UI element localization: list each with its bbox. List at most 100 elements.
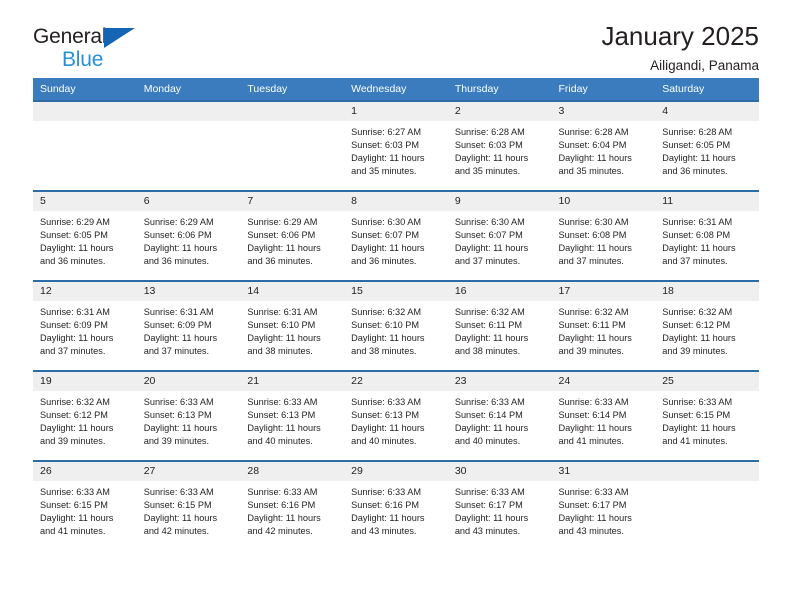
sunset-time: Sunset: 6:16 PM bbox=[351, 500, 420, 511]
daylight-duration-line2: and 37 minutes. bbox=[143, 346, 210, 357]
daylight-duration-line2: and 36 minutes. bbox=[662, 166, 728, 177]
sunset-time: Sunset: 6:10 PM bbox=[247, 320, 316, 331]
daylight-duration-line2: and 42 minutes. bbox=[143, 526, 210, 537]
calendar-day-cell[interactable]: 29 Sunrise: 6:33 AM Sunset: 6:16 PM Dayligh… bbox=[344, 460, 448, 551]
day-number: 21 bbox=[240, 372, 345, 391]
calendar-cell-empty bbox=[655, 460, 759, 551]
day-number: 1 bbox=[344, 102, 448, 121]
sunrise-time: Sunrise: 6:33 AM bbox=[351, 487, 422, 497]
day-number: 3 bbox=[551, 102, 656, 121]
calendar-header-row: Sunday Monday Tuesday Wednesday Thursday… bbox=[33, 78, 759, 101]
sunrise-time: Sunrise: 6:30 AM bbox=[454, 217, 525, 227]
sunrise-time: Sunrise: 6:28 AM bbox=[662, 127, 733, 137]
daylight-duration-line1: Daylight: 11 hours bbox=[558, 423, 632, 434]
calendar-day-cell[interactable]: 11 Sunrise: 6:31 AM Sunset: 6:08 PM Dayligh… bbox=[655, 190, 759, 281]
day-details: Sunrise: 6:33 AM Sunset: 6:15 PM Daylight:… bbox=[33, 481, 137, 538]
weekday-header-thursday: Thursday bbox=[447, 78, 552, 101]
calendar-day-cell[interactable]: 21 Sunrise: 6:33 AM Sunset: 6:13 PM Dayligh… bbox=[240, 370, 345, 461]
daylight-duration-line2: and 35 minutes. bbox=[558, 166, 624, 177]
sunrise-time: Sunrise: 6:32 AM bbox=[454, 307, 525, 317]
logo-triangle-icon bbox=[104, 28, 135, 48]
sunrise-time: Sunrise: 6:33 AM bbox=[40, 487, 110, 497]
calendar-day-cell[interactable]: 19 Sunrise: 6:32 AM Sunset: 6:12 PM Dayligh… bbox=[33, 370, 137, 461]
day-details: Sunrise: 6:30 AM Sunset: 6:07 PM Daylight:… bbox=[344, 211, 448, 268]
general-blue-logo: General Blue bbox=[33, 26, 153, 71]
daylight-duration-line1: Daylight: 11 hours bbox=[40, 333, 114, 344]
calendar-day-cell[interactable]: 16 Sunrise: 6:32 AM Sunset: 6:11 PM Dayligh… bbox=[447, 280, 552, 371]
daylight-duration-line1: Daylight: 11 hours bbox=[247, 333, 321, 344]
daylight-duration-line1: Daylight: 11 hours bbox=[351, 513, 425, 524]
calendar-day-cell[interactable]: 27 Sunrise: 6:33 AM Sunset: 6:15 PM Dayligh… bbox=[136, 460, 241, 551]
day-number: 24 bbox=[551, 372, 656, 391]
day-details: Sunrise: 6:31 AM Sunset: 6:09 PM Daylight:… bbox=[33, 301, 137, 358]
calendar-day-cell[interactable]: 5 Sunrise: 6:29 AM Sunset: 6:05 PM Daylight… bbox=[33, 190, 137, 281]
calendar-day-cell[interactable]: 31 Sunrise: 6:33 AM Sunset: 6:17 PM Dayligh… bbox=[551, 460, 656, 551]
calendar-day-cell[interactable]: 14 Sunrise: 6:31 AM Sunset: 6:10 PM Dayligh… bbox=[240, 280, 345, 371]
calendar-page: General Blue January 2025 Ailigandi, Pan… bbox=[0, 0, 792, 612]
sunrise-time: Sunrise: 6:30 AM bbox=[558, 217, 629, 227]
calendar-day-cell[interactable]: 18 Sunrise: 6:32 AM Sunset: 6:12 PM Dayligh… bbox=[655, 280, 759, 371]
calendar-day-cell[interactable]: 17 Sunrise: 6:32 AM Sunset: 6:11 PM Dayligh… bbox=[551, 280, 656, 371]
sunset-time: Sunset: 6:06 PM bbox=[247, 230, 316, 241]
sunset-time: Sunset: 6:13 PM bbox=[351, 410, 420, 421]
daylight-duration-line1: Daylight: 11 hours bbox=[143, 423, 218, 434]
daylight-duration-line2: and 36 minutes. bbox=[247, 256, 313, 267]
calendar-week-row: 1 Sunrise: 6:27 AM Sunset: 6:03 PM Daylight… bbox=[33, 100, 759, 191]
sunset-time: Sunset: 6:15 PM bbox=[40, 500, 108, 511]
calendar-day-cell[interactable]: 8 Sunrise: 6:30 AM Sunset: 6:07 PM Daylight… bbox=[344, 190, 448, 281]
daylight-duration-line1: Daylight: 11 hours bbox=[351, 153, 425, 164]
calendar-day-cell[interactable]: 24 Sunrise: 6:33 AM Sunset: 6:14 PM Dayligh… bbox=[551, 370, 656, 461]
daylight-duration-line2: and 41 minutes. bbox=[662, 436, 728, 447]
sunset-time: Sunset: 6:14 PM bbox=[454, 410, 523, 421]
calendar-day-cell[interactable]: 9 Sunrise: 6:30 AM Sunset: 6:07 PM Daylight… bbox=[447, 190, 552, 281]
calendar-day-cell[interactable]: 12 Sunrise: 6:31 AM Sunset: 6:09 PM Dayligh… bbox=[33, 280, 137, 371]
day-number: 9 bbox=[447, 192, 552, 211]
calendar-day-cell[interactable]: 6 Sunrise: 6:29 AM Sunset: 6:06 PM Daylight… bbox=[136, 190, 241, 281]
calendar-day-cell[interactable]: 4 Sunrise: 6:28 AM Sunset: 6:05 PM Daylight… bbox=[655, 100, 759, 191]
sunrise-time: Sunrise: 6:33 AM bbox=[143, 487, 214, 497]
calendar-day-cell[interactable]: 3 Sunrise: 6:28 AM Sunset: 6:04 PM Daylight… bbox=[551, 100, 656, 191]
sunrise-time: Sunrise: 6:33 AM bbox=[247, 487, 318, 497]
title-block: January 2025 Ailigandi, Panama bbox=[601, 21, 759, 73]
calendar-day-cell[interactable]: 30 Sunrise: 6:33 AM Sunset: 6:17 PM Dayligh… bbox=[447, 460, 552, 551]
daylight-duration-line1: Daylight: 11 hours bbox=[558, 513, 632, 524]
calendar-day-cell[interactable]: 23 Sunrise: 6:33 AM Sunset: 6:14 PM Dayligh… bbox=[447, 370, 552, 461]
sunset-time: Sunset: 6:05 PM bbox=[662, 140, 731, 151]
calendar-day-cell[interactable]: 1 Sunrise: 6:27 AM Sunset: 6:03 PM Daylight… bbox=[344, 100, 448, 191]
sunrise-time: Sunrise: 6:30 AM bbox=[351, 217, 422, 227]
day-number bbox=[240, 102, 345, 121]
day-number: 31 bbox=[551, 462, 656, 481]
page-header: General Blue January 2025 Ailigandi, Pan… bbox=[33, 0, 759, 78]
sunrise-time: Sunrise: 6:32 AM bbox=[40, 397, 110, 407]
sunset-time: Sunset: 6:15 PM bbox=[662, 410, 731, 421]
daylight-duration-line2: and 41 minutes. bbox=[558, 436, 624, 447]
sunrise-time: Sunrise: 6:32 AM bbox=[558, 307, 629, 317]
day-number: 7 bbox=[240, 192, 345, 211]
calendar-day-cell[interactable]: 10 Sunrise: 6:30 AM Sunset: 6:08 PM Dayligh… bbox=[551, 190, 656, 281]
calendar-day-cell[interactable]: 28 Sunrise: 6:33 AM Sunset: 6:16 PM Dayligh… bbox=[240, 460, 345, 551]
day-details: Sunrise: 6:31 AM Sunset: 6:08 PM Daylight:… bbox=[655, 211, 759, 268]
day-number: 10 bbox=[551, 192, 656, 211]
sunset-time: Sunset: 6:12 PM bbox=[40, 410, 108, 421]
calendar-day-cell[interactable]: 20 Sunrise: 6:33 AM Sunset: 6:13 PM Dayligh… bbox=[136, 370, 241, 461]
calendar-day-cell[interactable]: 15 Sunrise: 6:32 AM Sunset: 6:10 PM Dayligh… bbox=[344, 280, 448, 371]
day-number: 5 bbox=[33, 192, 137, 211]
day-number: 27 bbox=[136, 462, 241, 481]
daylight-duration-line1: Daylight: 11 hours bbox=[662, 423, 736, 434]
daylight-duration-line2: and 35 minutes. bbox=[454, 166, 521, 177]
daylight-duration-line1: Daylight: 11 hours bbox=[351, 333, 425, 344]
logo-text-blue: Blue bbox=[62, 48, 104, 71]
sunrise-time: Sunrise: 6:29 AM bbox=[40, 217, 110, 227]
day-details: Sunrise: 6:28 AM Sunset: 6:04 PM Daylight:… bbox=[552, 121, 656, 178]
calendar-day-cell[interactable]: 13 Sunrise: 6:31 AM Sunset: 6:09 PM Dayligh… bbox=[136, 280, 241, 371]
calendar-day-cell[interactable]: 25 Sunrise: 6:33 AM Sunset: 6:15 PM Dayligh… bbox=[655, 370, 759, 461]
calendar-day-cell[interactable]: 2 Sunrise: 6:28 AM Sunset: 6:03 PM Daylight… bbox=[447, 100, 552, 191]
calendar-day-cell[interactable]: 7 Sunrise: 6:29 AM Sunset: 6:06 PM Daylight… bbox=[240, 190, 345, 281]
sunset-time: Sunset: 6:08 PM bbox=[662, 230, 731, 241]
calendar-day-cell[interactable]: 22 Sunrise: 6:33 AM Sunset: 6:13 PM Dayligh… bbox=[344, 370, 448, 461]
daylight-duration-line2: and 41 minutes. bbox=[40, 526, 106, 537]
calendar-day-cell[interactable]: 26 Sunrise: 6:33 AM Sunset: 6:15 PM Dayligh… bbox=[33, 460, 137, 551]
weekday-header-sunday: Sunday bbox=[33, 78, 137, 101]
day-details: Sunrise: 6:33 AM Sunset: 6:13 PM Daylight:… bbox=[344, 391, 448, 448]
calendar-week-row: 19 Sunrise: 6:32 AM Sunset: 6:12 PM Dayligh… bbox=[33, 370, 759, 461]
